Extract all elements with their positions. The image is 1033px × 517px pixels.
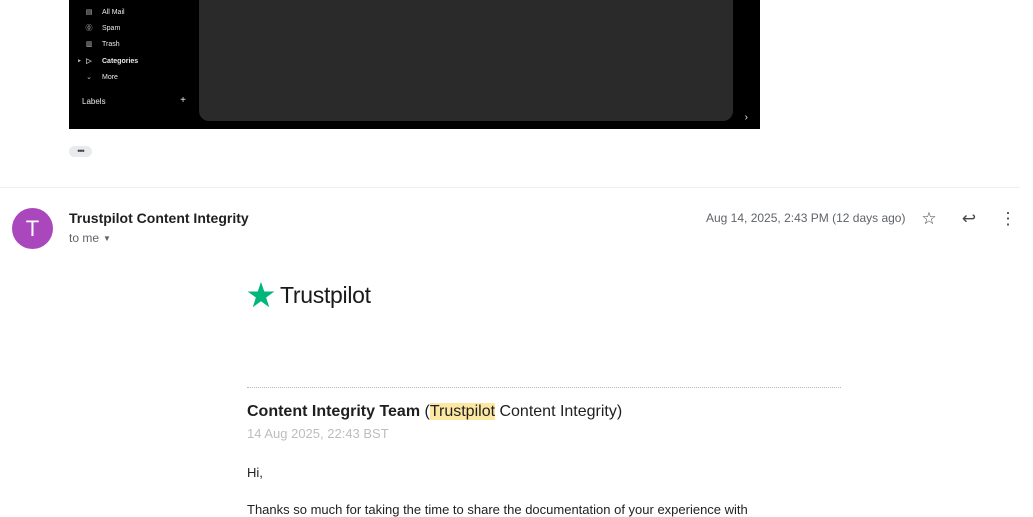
search-highlight: Trustpilot bbox=[429, 403, 496, 420]
labels-heading: Labels bbox=[82, 97, 106, 106]
nav-item-spam: ⓪ Spam bbox=[76, 21, 121, 35]
show-trimmed-content-button[interactable]: ••• bbox=[69, 146, 92, 157]
star-icon[interactable]: ☆ bbox=[919, 209, 939, 229]
nav-item-all-mail: ▤ All Mail bbox=[76, 5, 125, 19]
chevron-right-icon: › bbox=[744, 112, 748, 123]
nav-item-more: ⌄ More bbox=[76, 70, 118, 84]
nav-item-categories: ▸ ▷ Categories bbox=[76, 54, 138, 68]
nav-item-trash: ▥ Trash bbox=[76, 37, 120, 51]
labels-heading-row: Labels + bbox=[82, 95, 186, 107]
nav-item-label: Spam bbox=[102, 24, 121, 32]
mail-stack-icon: ▤ bbox=[85, 9, 93, 16]
sender-name[interactable]: Trustpilot Content Integrity bbox=[69, 210, 249, 226]
more-options-icon[interactable]: ⋮ bbox=[998, 209, 1018, 229]
chevron-down-icon: ⌄ bbox=[86, 74, 92, 81]
embedded-screenshot: ▤ All Mail ⓪ Spam ▥ Trash ▸ ▷ Categories… bbox=[69, 0, 760, 129]
trustpilot-logo: Trustpilot bbox=[246, 280, 371, 310]
caret-down-icon[interactable]: ▼ bbox=[103, 234, 111, 243]
sent-date: 14 Aug 2025, 22:43 BST bbox=[247, 426, 389, 441]
nav-item-label: Trash bbox=[102, 40, 120, 48]
recipient-label: to me bbox=[69, 231, 100, 245]
add-label-icon: + bbox=[180, 95, 186, 106]
nav-item-label: Categories bbox=[102, 57, 139, 65]
reply-icon[interactable]: ↩ bbox=[959, 209, 979, 229]
nav-item-label: More bbox=[102, 73, 118, 81]
expand-arrow-icon: ▸ bbox=[78, 58, 81, 64]
screenshot-sidebar: ▤ All Mail ⓪ Spam ▥ Trash ▸ ▷ Categories… bbox=[69, 0, 199, 129]
paren-open: ( bbox=[420, 403, 430, 420]
team-signature-line: Content Integrity Team (Trustpilot Conte… bbox=[247, 403, 622, 421]
team-name: Content Integrity Team bbox=[247, 403, 421, 420]
trustpilot-star-icon bbox=[247, 281, 275, 308]
message-divider bbox=[0, 187, 1020, 188]
screenshot-content-pane bbox=[199, 0, 733, 121]
body-divider bbox=[247, 387, 841, 388]
spam-icon: ⓪ bbox=[85, 25, 93, 32]
team-org: Content Integrity) bbox=[495, 403, 623, 420]
trustpilot-wordmark: Trustpilot bbox=[280, 281, 371, 308]
avatar[interactable]: T bbox=[12, 208, 53, 249]
message-date: Aug 14, 2025, 2:43 PM (12 days ago) bbox=[706, 211, 906, 225]
nav-item-label: All Mail bbox=[102, 8, 125, 16]
recipient-details[interactable]: to me ▼ bbox=[69, 231, 111, 245]
greeting: Hi, bbox=[247, 465, 263, 480]
trash-icon: ▥ bbox=[85, 41, 93, 48]
label-icon: ▷ bbox=[86, 58, 92, 65]
